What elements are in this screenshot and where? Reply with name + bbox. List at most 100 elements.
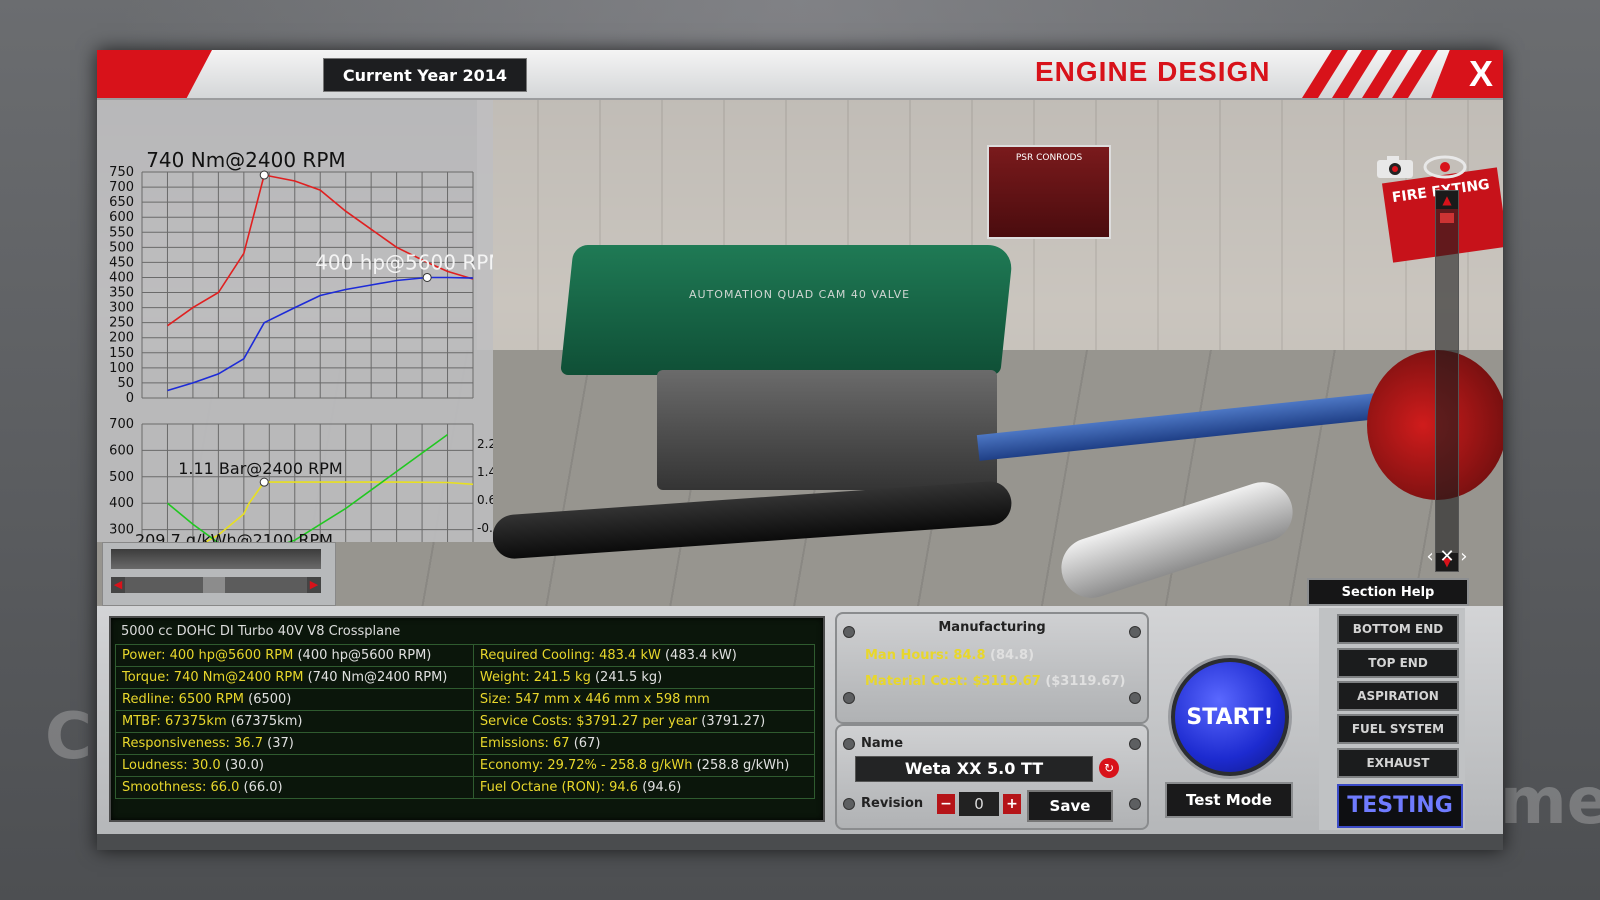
y-tick-label: 700 — [109, 417, 134, 432]
performance-graphs: 750 700 650 600 550 500 450 400 350 300 250 200 150 1… — [97, 100, 493, 542]
stat-value: (241.5 kg) — [590, 670, 663, 685]
chevron-right-icon[interactable]: ▶ — [307, 577, 321, 593]
y-right-tick-label: 0.6 — [477, 493, 493, 507]
boost-peak-label: 1.11 Bar@2400 RPM — [178, 459, 342, 478]
y-tick-label: 350 — [109, 286, 134, 301]
stat-label: Required Cooling: 483.4 kW — [479, 648, 661, 663]
nav-aspiration[interactable]: ASPIRATION — [1337, 681, 1459, 711]
manufacturing-title: Manufacturing — [938, 620, 1046, 635]
y-tick-label: 550 — [109, 225, 134, 240]
stat-cell-right: Economy: 29.72% - 258.8 g/kWh (258.8 g/k… — [472, 754, 816, 777]
reset-name-icon[interactable]: ↻ — [1099, 758, 1119, 778]
nav-testing[interactable]: TESTING — [1337, 784, 1463, 828]
header-stripe-left — [97, 50, 212, 98]
stats-table: Power: 400 hp@5600 RPM (400 hp@5600 RPM)… — [115, 644, 816, 799]
stat-label: Redline: 6500 RPM — [122, 692, 244, 707]
eye-icon[interactable] — [1423, 155, 1467, 179]
background-text-left: C — [45, 700, 92, 774]
stat-row: Loudness: 30.0 (30.0) Economy: 29.72% - 2… — [115, 754, 816, 777]
stat-value: (483.4 kW) — [660, 648, 737, 663]
nav-exhaust[interactable]: EXHAUST — [1337, 748, 1459, 778]
stat-cell-right: Fuel Octane (RON): 94.6 (94.6) — [472, 776, 816, 799]
y-right-tick-label: 1.4 — [477, 465, 493, 479]
nav-top-end[interactable]: TOP END — [1337, 648, 1459, 678]
close-button[interactable]: X — [1431, 50, 1503, 98]
engine-stats-panel: 5000 cc DOHC DI Turbo 40V V8 Crossplane … — [109, 616, 825, 822]
section-nav: BOTTOM END TOP END ASPIRATION FUEL SYSTE… — [1319, 608, 1465, 830]
name-panel: Name Weta XX 5.0 TT ↻ Revision − 0 + Sav… — [835, 724, 1149, 830]
revision-decrement-button[interactable]: − — [937, 794, 955, 814]
start-button[interactable]: START! — [1171, 658, 1289, 776]
nav-bottom-end[interactable]: BOTTOM END — [1337, 614, 1459, 644]
stat-label: Size: 547 mm x 446 mm x 598 mm — [479, 692, 710, 707]
y-tick-label: 700 — [109, 180, 134, 195]
engine-name-field[interactable]: Weta XX 5.0 TT — [855, 756, 1093, 782]
screw-icon — [1129, 738, 1141, 750]
name-label: Name — [861, 736, 904, 751]
wall-poster: PSR CONRODS — [987, 145, 1111, 239]
y-tick-label: 150 — [109, 346, 134, 361]
stat-cell-right: Size: 547 mm x 446 mm x 598 mm — [472, 688, 816, 711]
camera-icon[interactable] — [1375, 155, 1415, 179]
test-mode-button[interactable]: Test Mode — [1165, 782, 1293, 818]
engine-cover-label: AUTOMATION QUAD CAM 40 VALVE — [689, 288, 911, 301]
stat-label: Torque: 740 Nm@2400 RPM — [122, 670, 304, 685]
y-tick-label: 600 — [109, 443, 134, 458]
current-year-label: Current Year 2014 — [323, 58, 527, 92]
y-right-tick-label: 2.2 — [477, 437, 493, 451]
bottom-panel: 5000 cc DOHC DI Turbo 40V V8 Crossplane … — [97, 606, 1503, 834]
stat-label: Power: 400 hp@5600 RPM — [122, 648, 294, 663]
stat-row: Torque: 740 Nm@2400 RPM (740 Nm@2400 RPM… — [115, 666, 816, 689]
y-tick-label: 500 — [109, 470, 134, 485]
stat-cell-right: Emissions: 67 (67) — [472, 732, 816, 755]
scroll-up-icon[interactable]: ▲ — [1436, 191, 1458, 209]
stat-cell-left: Loudness: 30.0 (30.0) — [115, 754, 474, 777]
stat-row: Redline: 6500 RPM (6500) Size: 547 mm x 4… — [115, 688, 816, 711]
zoom-scrollbar[interactable]: ▲ ▼ — [1435, 190, 1459, 572]
manufacturing-panel: Manufacturing Man Hours: 84.8 (84.8) Mat… — [835, 612, 1149, 724]
stat-value: (3791.27) — [697, 714, 766, 729]
y-tick-label: 100 — [109, 361, 134, 376]
y-tick-label: 400 — [109, 270, 134, 285]
stat-row: MTBF: 67375km (67375km) Service Costs: $3… — [115, 710, 816, 733]
save-button[interactable]: Save — [1027, 790, 1113, 822]
screw-icon — [843, 798, 855, 810]
scroll-thumb[interactable] — [1440, 213, 1454, 223]
stat-label: Weight: 241.5 kg — [479, 670, 591, 685]
screw-icon — [843, 692, 855, 704]
stat-value: (67) — [569, 736, 601, 751]
power-peak-marker — [422, 272, 432, 282]
revision-label: Revision — [861, 796, 924, 811]
revision-increment-button[interactable]: + — [1003, 794, 1021, 814]
bsfc-min-label: 209.7 g/kWh@2100 RPM — [135, 530, 333, 542]
nav-fuel-system[interactable]: FUEL SYSTEM — [1337, 714, 1459, 744]
rotate-arrows-icon[interactable]: ‹ ✕ › — [1425, 546, 1469, 570]
title-bar: Current Year 2014 ENGINE DESIGN X — [97, 50, 1503, 100]
graph-selector[interactable]: ◀ ▶ — [102, 542, 336, 606]
engine-design-window: PSR CONRODS FIRE EXTING AUTOMATION QUAD … — [97, 50, 1503, 850]
stat-value: (400 hp@5600 RPM) — [293, 648, 432, 663]
section-help-button[interactable]: Section Help — [1307, 578, 1469, 606]
stat-label: Emissions: 67 — [479, 736, 570, 751]
y-tick-label: 400 — [109, 496, 134, 511]
stat-label: Smoothness: 66.0 — [122, 780, 240, 795]
y-tick-label: 300 — [109, 301, 134, 316]
graph-slider-thumb[interactable] — [203, 577, 225, 593]
stat-label: Responsiveness: 36.7 — [122, 736, 263, 751]
y-tick-label: 450 — [109, 255, 134, 270]
y-tick-label: 0 — [126, 391, 134, 406]
stat-cell-left: Torque: 740 Nm@2400 RPM (740 Nm@2400 RPM… — [115, 666, 474, 689]
power-peak-label: 400 hp@5600 RPM — [315, 250, 493, 274]
stat-value: (30.0) — [220, 758, 264, 773]
screw-icon — [1129, 692, 1141, 704]
stat-cell-right: Required Cooling: 483.4 kW (483.4 kW) — [472, 644, 816, 667]
stat-label: Economy: 29.72% - 258.8 g/kWh — [479, 758, 693, 773]
stat-label: Service Costs: $3791.27 per year — [479, 714, 698, 729]
y-tick-label: 600 — [109, 210, 134, 225]
stat-row: Smoothness: 66.0 (66.0) Fuel Octane (RON)… — [115, 776, 816, 799]
torque-peak-marker — [259, 170, 269, 180]
y-tick-label: 650 — [109, 195, 134, 210]
stat-label: MTBF: 67375km — [122, 714, 227, 729]
revision-value: 0 — [959, 792, 999, 816]
chevron-left-icon[interactable]: ◀ — [111, 577, 125, 593]
